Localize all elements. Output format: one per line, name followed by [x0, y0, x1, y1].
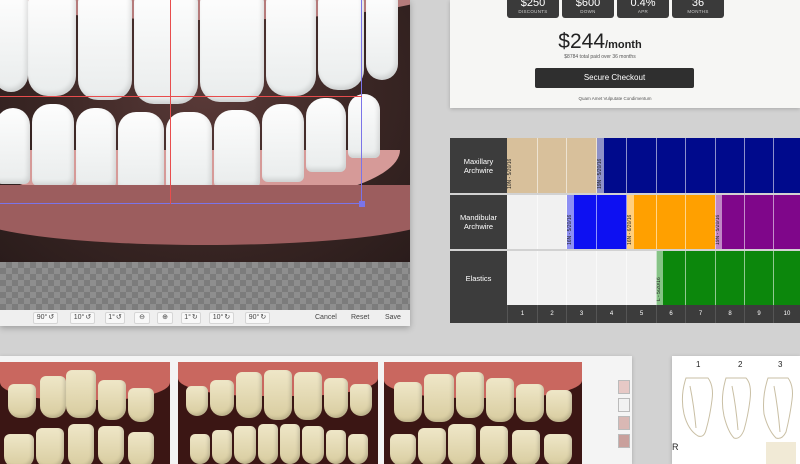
bar-tag-text: 16N - 5/20/16: [567, 214, 573, 245]
bar-mandibular-19n[interactable]: [715, 195, 800, 249]
total-paid-text: $8784 total paid over 36 months: [564, 54, 636, 60]
rotate-right-90-button[interactable]: 90°↻: [245, 312, 270, 324]
bar-tag-maxillary-2: 19N - 5/20/16: [597, 138, 604, 193]
footer-text: Quam Amet Vulputate Condimentum: [578, 96, 652, 101]
rotate-right-90-label: 90°: [248, 314, 260, 321]
axis-tick: 7: [685, 305, 715, 323]
bar-tag-text: 19N - 5/20/16: [597, 158, 603, 189]
bar-maxillary-10n[interactable]: [507, 138, 597, 193]
bar-maxillary-19n[interactable]: [597, 138, 800, 193]
photo-editor-panel: 90°↺ 10°↺ 1°↺ ⊖ ⊕ 1°↻ 10°↻ 90°↻ Cancel R…: [0, 0, 410, 326]
thumbnail[interactable]: [618, 416, 630, 430]
zoom-in-button[interactable]: ⊕: [157, 312, 173, 324]
bar-tag-mandibular-3: 19N - 5/20/16: [715, 195, 722, 249]
rotate-right-1-label: 1°: [184, 314, 191, 321]
rotate-left-10-button[interactable]: 10°↺: [70, 312, 95, 324]
archwire-timeline-chart: Maxillary Archwire Mandibular Archwire E…: [450, 138, 800, 324]
chart-axis: 1 2 3 4 5 6 7 8 9 10: [450, 305, 800, 323]
molar-outlines-icon: [681, 377, 796, 464]
rotate-left-10-label: 10°: [73, 314, 85, 321]
zoom-out-button[interactable]: ⊖: [134, 312, 150, 324]
stat-down: $600 DOWN: [562, 0, 614, 18]
stat-value: 36: [691, 0, 705, 9]
rotate-cw-icon: ↻: [260, 314, 267, 321]
axis-tick: 10: [773, 305, 800, 323]
row-label-elastics: Elastics: [450, 251, 507, 305]
axis-tick: 1: [507, 305, 537, 323]
bar-tag-maxillary-1: 10N - 5/20/16: [507, 138, 514, 193]
rotate-cw-icon: ↻: [224, 314, 231, 321]
crop-frame[interactable]: [0, 0, 362, 204]
photo-thumbnails: [614, 376, 632, 464]
bar-tag-text: 10N - 5/20/16: [507, 158, 513, 189]
zoom-out-icon: ⊖: [139, 314, 145, 321]
bar-mandibular-16n[interactable]: [567, 195, 627, 249]
axis-tick: 8: [715, 305, 744, 323]
axis-tick: 5: [626, 305, 656, 323]
save-button[interactable]: Save: [385, 313, 401, 323]
rotate-ccw-icon: ↺: [115, 314, 122, 321]
transparency-background: [0, 262, 410, 310]
rotate-ccw-icon: ↺: [85, 314, 92, 321]
bar-mandibular-16n-b[interactable]: [627, 195, 715, 249]
rotate-left-90-button[interactable]: 90°↺: [33, 312, 58, 324]
smile-photo: [0, 0, 410, 262]
crop-corner-handle[interactable]: [359, 201, 365, 207]
stat-months: 36 MONTHS: [672, 0, 724, 18]
rotate-left-90-label: 90°: [36, 314, 48, 321]
photo-frontal[interactable]: [178, 362, 378, 464]
monthly-amount: $244: [558, 30, 606, 53]
stat-discounts: $250 DISCOUNTS: [507, 0, 559, 18]
cancel-button[interactable]: Cancel: [315, 313, 337, 323]
bar-tag-mandibular-2: 16N - 6/20/16: [627, 195, 634, 249]
editor-toolbar: 90°↺ 10°↺ 1°↺ ⊖ ⊕ 1°↻ 10°↻ 90°↻ Cancel R…: [0, 310, 410, 326]
crop-guide-horizontal: [0, 96, 362, 97]
stat-label: APR: [637, 9, 649, 14]
reset-button[interactable]: Reset: [351, 313, 369, 323]
row-label-maxillary: Maxillary Archwire: [450, 138, 507, 193]
rotate-cw-icon: ↻: [191, 314, 198, 321]
stat-label: MONTHS: [687, 9, 709, 14]
row-label-mandibular: Mandibular Archwire: [450, 195, 507, 249]
bar-tag-mandibular-1: 16N - 5/20/16: [567, 195, 574, 249]
thumbnail[interactable]: [618, 380, 630, 394]
bar-tag-elastics: L - 5/20/16: [656, 251, 663, 305]
zoom-in-icon: ⊕: [162, 314, 168, 321]
thumbnail[interactable]: [618, 398, 630, 412]
stat-label: DISCOUNTS: [518, 9, 548, 14]
rotate-right-1-button[interactable]: 1°↻: [181, 312, 201, 324]
axis-tick: 9: [744, 305, 773, 323]
rotate-right-10-button[interactable]: 10°↻: [209, 312, 234, 324]
photo-left-buccal[interactable]: [384, 362, 582, 464]
secure-checkout-button[interactable]: Secure Checkout: [535, 68, 694, 88]
rotate-ccw-icon: ↺: [48, 314, 55, 321]
rotate-left-1-label: 1°: [108, 314, 115, 321]
rotate-right-10-label: 10°: [212, 314, 224, 321]
thumbnail[interactable]: [618, 434, 630, 448]
bar-elastics[interactable]: [656, 251, 800, 305]
monthly-payment: $244/month: [450, 30, 750, 54]
intraoral-photo-strip: [0, 356, 632, 464]
stat-value: $250: [520, 0, 546, 9]
pricing-card: $250 DISCOUNTS $600 DOWN 0.4% APR 36 MON…: [450, 0, 800, 108]
stat-apr: 0.4% APR: [617, 0, 669, 18]
stat-value: $600: [575, 0, 601, 9]
stat-value: 0.4%: [630, 0, 656, 9]
photo-right-buccal[interactable]: [0, 362, 170, 464]
axis-tick: 3: [566, 305, 596, 323]
axis-tick: 4: [596, 305, 626, 323]
rotate-left-1-button[interactable]: 1°↺: [105, 312, 125, 324]
axis-tick: 6: [656, 305, 685, 323]
stat-label: DOWN: [580, 9, 596, 14]
crop-guide-vertical: [170, 0, 171, 204]
monthly-unit: /month: [605, 39, 642, 51]
bar-tag-text: 16N - 6/20/16: [627, 214, 633, 245]
axis-tick: 2: [537, 305, 566, 323]
tooth-chart-diagram: 1 2 3 R: [672, 356, 800, 464]
side-label: R: [672, 442, 679, 452]
